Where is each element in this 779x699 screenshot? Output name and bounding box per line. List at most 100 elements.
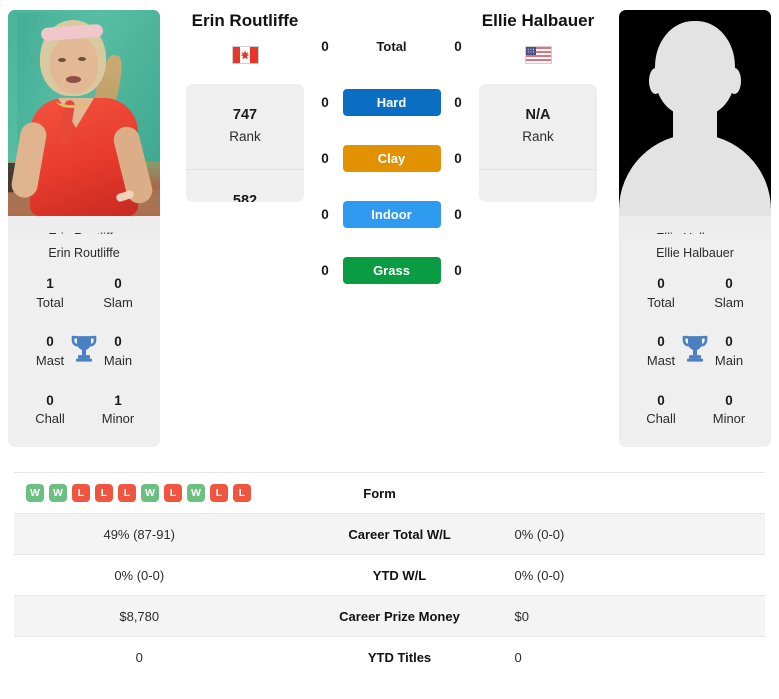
left-form-badges: WWLLLWLWLL — [14, 484, 285, 502]
left-mast-titles: 0 Mast — [24, 332, 76, 370]
h2h-clay-mid: Clay — [342, 144, 441, 172]
ytd-wl-label: YTD W/L — [372, 567, 427, 583]
left-chall-titles-label: Chall — [35, 411, 65, 427]
right-player-photo-card[interactable]: Ellie Halbauer — [619, 10, 771, 261]
right-titles-row-3: 0 Chall 0 Minor — [625, 391, 765, 429]
surface-badge-indoor[interactable]: Indoor — [342, 200, 441, 228]
left-rank-label: Rank — [229, 129, 261, 144]
form-badge-l: L — [95, 484, 113, 502]
right-minor-titles: 0 Minor — [703, 391, 755, 429]
career-wl-left: 49% (87-91) — [103, 526, 176, 542]
right-chall-titles: 0 Chall — [635, 391, 687, 429]
left-titles-card: Erin Routliffe 1 Total 0 Slam 0 Mast 0 M… — [8, 234, 160, 448]
h2h-row-total: 0 Total 0 — [304, 18, 479, 74]
h2h-total-mid: Total — [346, 39, 437, 54]
maple-leaf-icon — [240, 50, 250, 60]
right-rank-cell: N/A Rank — [479, 84, 597, 170]
head-to-head-column: 0 Total 0 0 Hard 0 0 Clay 0 0 Indoor 0 0… — [304, 10, 479, 298]
form-badge-l: L — [72, 484, 90, 502]
form-row-label: Form — [363, 485, 396, 501]
left-minor-titles-value: 1 — [114, 392, 122, 408]
left-total-titles: 1 Total — [24, 274, 76, 312]
h2h-total-label: Total — [376, 38, 407, 54]
left-mast-titles-value: 0 — [46, 334, 54, 350]
h2h-total-right: 0 — [454, 38, 462, 54]
left-main-titles-value: 0 — [114, 334, 122, 350]
h2h-hard-mid: Hard — [342, 88, 441, 116]
right-titles-grid: 0 Total 0 Slam 0 Mast 0 Main 0 Chall 0 M… — [625, 274, 765, 429]
canada-flag-icon — [231, 45, 259, 64]
left-slam-titles-value: 0 — [114, 276, 122, 291]
h2h-indoor-left: 0 — [321, 206, 329, 222]
right-slam-titles-value: 0 — [725, 276, 733, 291]
photo-mouth — [66, 76, 81, 83]
h2h-hard-right: 0 — [454, 94, 462, 110]
surface-badge-grass[interactable]: Grass — [342, 256, 441, 284]
left-total-titles-value: 1 — [46, 276, 54, 291]
left-player-photo-card[interactable]: PARI Erin Routliffe — [8, 10, 160, 261]
h2h-clay-right: 0 — [454, 150, 462, 166]
h2h-total-left: 0 — [321, 38, 329, 54]
right-rank-label: Rank — [522, 129, 554, 144]
right-titles-row-1: 0 Total 0 Slam — [625, 274, 765, 312]
prize-money-right: $0 — [514, 608, 529, 624]
form-badge-l: L — [164, 484, 182, 502]
left-total-titles-label: Total — [36, 294, 64, 310]
surface-badge-hard[interactable]: Hard — [342, 88, 441, 116]
left-slam-titles: 0 Slam — [92, 274, 144, 312]
h2h-row-clay: 0 Clay 0 — [304, 130, 479, 186]
ytd-titles-label: YTD Titles — [367, 649, 432, 665]
left-player-name: Erin Routliffe — [191, 11, 299, 30]
right-total-titles-value: 0 — [657, 276, 665, 291]
right-mast-titles-label: Mast — [646, 352, 676, 368]
right-mast-titles: 0 Mast — [635, 332, 687, 370]
avatar-ear-left-icon — [649, 68, 662, 94]
right-player-photo-placeholder — [619, 10, 771, 216]
right-mast-titles-value: 0 — [657, 334, 665, 350]
stats-row-career-wl: 49% (87-91) Career Total W/L 0% (0-0) — [14, 513, 765, 554]
surface-badge-clay[interactable]: Clay — [342, 144, 441, 172]
right-minor-titles-label: Minor — [712, 411, 746, 427]
ytd-titles-left: 0 — [135, 649, 143, 665]
h2h-hard-left: 0 — [321, 94, 329, 110]
left-titles-heading: Erin Routliffe — [48, 246, 120, 260]
photo-eye-right — [78, 57, 86, 61]
career-wl-right: 0% (0-0) — [514, 526, 565, 542]
stats-row-form: WWLLLWLWLL Form — [14, 472, 765, 513]
right-slam-titles: 0 Slam — [703, 274, 755, 312]
left-mast-titles-label: Mast — [35, 352, 65, 368]
h2h-grass-mid: Grass — [342, 256, 441, 284]
prize-money-left: $8,780 — [119, 608, 160, 624]
ytd-wl-right: 0% (0-0) — [514, 567, 565, 583]
right-player-name: Ellie Halbauer — [481, 11, 595, 30]
form-badge-l: L — [233, 484, 251, 502]
form-badge-w: W — [141, 484, 159, 502]
h2h-row-indoor: 0 Indoor 0 — [304, 186, 479, 242]
form-badge-w: W — [187, 484, 205, 502]
right-main-titles-label: Main — [714, 352, 744, 368]
form-left-cell: WWLLLWLWLL — [14, 484, 285, 502]
right-titles-card: Ellie Halbauer 0 Total 0 Slam 0 Mast 0 M… — [619, 234, 771, 448]
left-minor-titles: 1 Minor — [92, 391, 144, 429]
flag-canton — [525, 46, 536, 56]
left-player-photo: PARI — [8, 10, 160, 216]
h2h-grass-right: 0 — [454, 262, 462, 278]
right-titles-heading: Ellie Halbauer — [656, 246, 734, 260]
avatar-shoulders-icon — [619, 134, 771, 216]
form-badge-w: W — [26, 484, 44, 502]
left-titles-row-1: 1 Total 0 Slam — [14, 274, 154, 312]
left-titles-grid: 1 Total 0 Slam 0 Mast 0 Main 0 Chall 1 M… — [14, 274, 154, 429]
right-rank-value: N/A — [525, 107, 551, 124]
left-titles-row-3: 0 Chall 1 Minor — [14, 391, 154, 429]
right-minor-titles-value: 0 — [725, 392, 733, 408]
h2h-clay-left: 0 — [321, 150, 329, 166]
form-badge-w: W — [49, 484, 67, 502]
right-main-titles: 0 Main — [703, 332, 755, 370]
left-rank-value: 747 — [232, 107, 258, 124]
prize-money-label: Career Prize Money — [339, 608, 460, 624]
right-total-titles: 0 Total — [635, 274, 687, 312]
right-main-titles-value: 0 — [725, 334, 733, 350]
stats-row-ytd-wl: 0% (0-0) YTD W/L 0% (0-0) — [14, 554, 765, 595]
h2h-row-grass: 0 Grass 0 — [304, 242, 479, 298]
left-titles-row-2: 0 Mast 0 Main — [14, 332, 154, 370]
